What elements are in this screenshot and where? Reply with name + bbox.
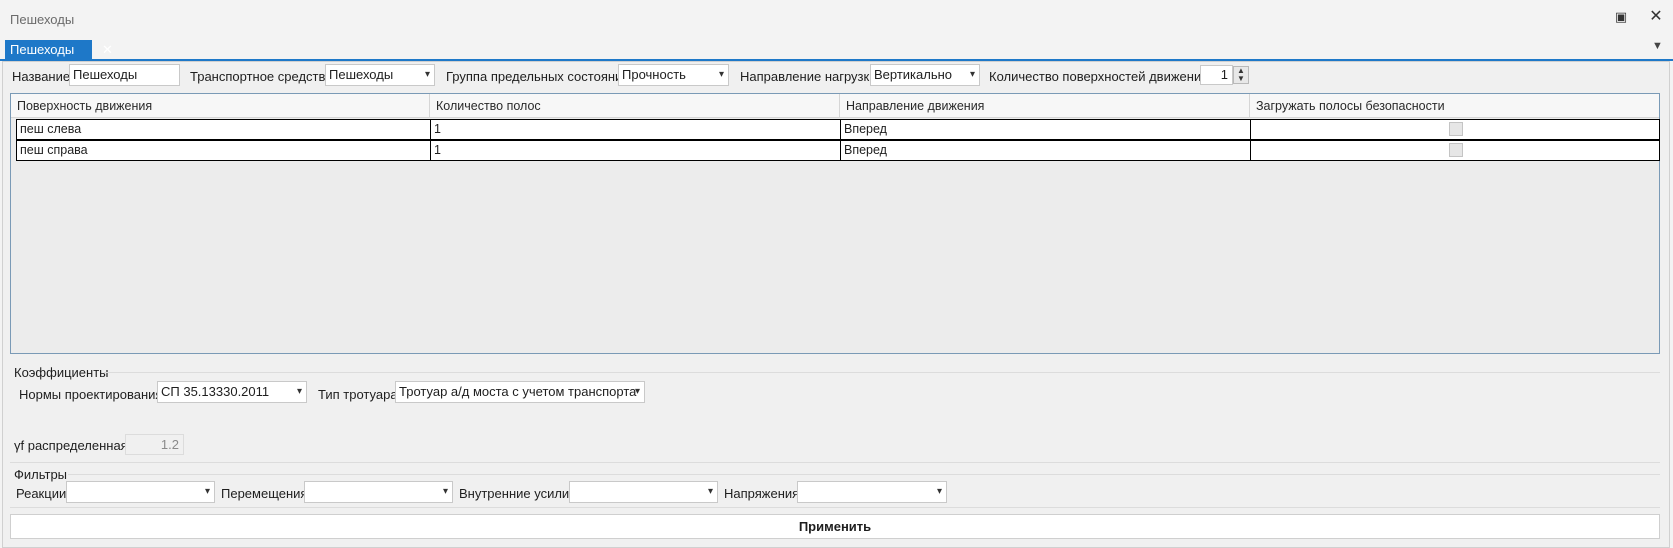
filters-group-bottom [10,507,1660,508]
tab-pedestrians[interactable]: Пешеходы [5,40,92,60]
sidewalk-type-select[interactable]: Тротуар а/д моста с учетом транспорта [395,381,645,403]
displacements-select[interactable] [304,481,453,503]
cell-lanes[interactable]: 1 [430,120,840,139]
sidewalk-type-label: Тип тротуара [318,387,398,402]
filters-group-title: Фильтры [14,467,68,482]
apply-button[interactable]: Применить [10,514,1660,539]
limit-group-select[interactable]: Прочность [618,64,729,86]
column-header-direction[interactable]: Направление движения [839,94,1249,118]
name-label: Название [12,69,71,84]
cell-direction[interactable]: Вперед [840,120,1250,139]
maximize-icon[interactable]: ▣ [1610,6,1632,28]
window-title: Пешеходы [10,12,75,27]
coefficients-group-title: Коэффициенты [14,365,109,380]
table-row[interactable]: пеш справа 1 Вперед [16,140,1660,161]
load-direction-value: Вертикально [874,67,953,82]
column-header-lanes[interactable]: Количество полос [429,94,839,118]
gamma-label: γf распределенная [14,438,128,453]
table-row[interactable]: пеш слева 1 Вперед [16,119,1660,140]
close-icon[interactable]: ✕ [1645,6,1667,28]
displacements-label: Перемещения [221,486,308,501]
limit-group-value: Прочность [622,67,686,82]
reactions-select[interactable] [66,481,215,503]
lanes-table: Поверхность движения Количество полос На… [10,93,1660,354]
cell-lanes[interactable]: 1 [430,141,840,160]
vehicle-select[interactable]: Пешеходы [325,64,435,86]
norms-label: Нормы проектирования [19,387,163,402]
internal-forces-select[interactable] [569,481,718,503]
cell-surface[interactable]: пеш слева [17,120,430,139]
safety-checkbox[interactable] [1449,143,1463,157]
name-input[interactable]: Пешеходы [69,64,180,86]
cell-surface[interactable]: пеш справа [17,141,430,160]
column-header-safety[interactable]: Загружать полосы безопасности [1249,94,1659,118]
coefficients-group-bottom [10,462,1660,463]
tab-close-icon[interactable]: ✕ [102,40,113,60]
tab-list-dropdown-icon[interactable]: ▼ [1652,40,1663,52]
surfaces-count-stepper[interactable]: ▲ ▼ [1233,66,1249,84]
internal-forces-label: Внутренние усилия [459,486,577,501]
limit-group-label: Группа предельных состояний [446,69,630,84]
cell-safety[interactable] [1250,120,1660,139]
filters-group-divider [68,474,1660,475]
stresses-select[interactable] [797,481,947,503]
sidewalk-type-value: Тротуар а/д моста с учетом транспорта [399,384,637,399]
column-header-surface[interactable]: Поверхность движения [11,94,429,118]
load-direction-select[interactable]: Вертикально [870,64,980,86]
vehicle-label: Транспортное средство [190,69,333,84]
coefficients-group-divider [104,372,1660,373]
vehicle-value: Пешеходы [329,67,394,82]
safety-checkbox[interactable] [1449,122,1463,136]
norms-value: СП 35.13330.2011 [161,384,270,399]
cell-safety[interactable] [1250,141,1660,160]
stepper-down-icon[interactable]: ▼ [1234,75,1248,83]
reactions-label: Реакции [16,486,67,501]
surfaces-count-label: Количество поверхностей движения [989,69,1209,84]
surfaces-count-input[interactable]: 1 [1200,65,1233,85]
load-direction-label: Направление нагрузки [740,69,877,84]
cell-direction[interactable]: Вперед [840,141,1250,160]
gamma-input: 1.2 [125,434,184,455]
norms-select[interactable]: СП 35.13330.2011 [157,381,307,403]
tab-label: Пешеходы [10,42,75,57]
table-header: Поверхность движения Количество полос На… [11,94,1659,118]
title-bar [0,0,1673,38]
stresses-label: Напряжения [724,486,800,501]
